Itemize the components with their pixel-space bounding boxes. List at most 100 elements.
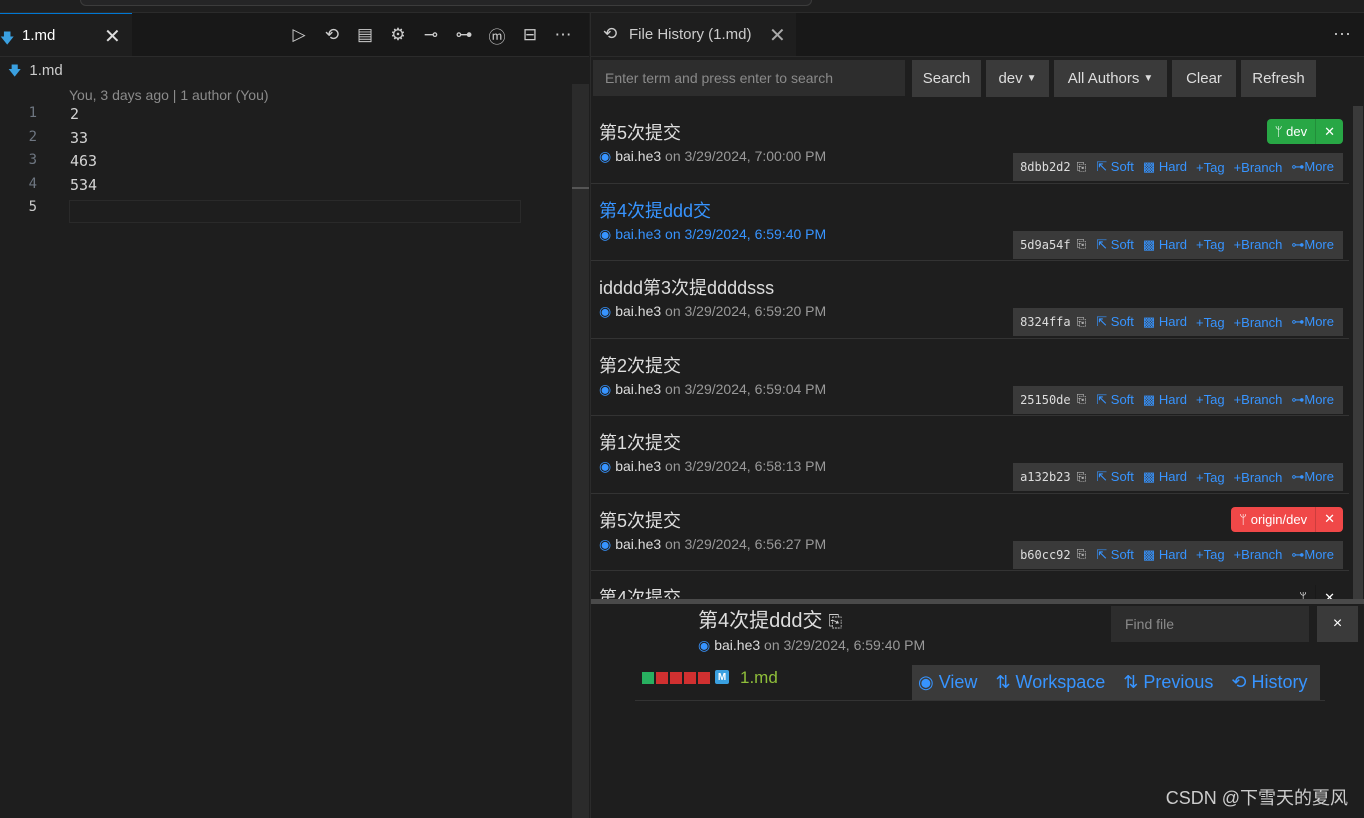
more-link[interactable]: ⊶More — [1291, 159, 1334, 175]
close-tab-icon[interactable]: ✕ — [104, 24, 121, 49]
view-action[interactable]: ◉ View — [918, 672, 977, 693]
search-button[interactable]: Search — [912, 60, 981, 97]
hard-reset-link[interactable]: ▩ Hard — [1143, 237, 1187, 253]
changed-file-row[interactable]: M 1.md ◉ View ⇅ Workspace ⇅ Previous ⟲ H… — [635, 664, 1325, 701]
commit-row[interactable]: 第1次提交 ◉ bai.he3 on 3/29/2024, 6:58:13 PM a1… — [591, 416, 1349, 494]
copy-icon[interactable]: ⎘ — [1077, 315, 1087, 330]
tag-link[interactable]: +Tag — [1196, 470, 1225, 485]
commit-message[interactable]: 第4次提交 — [599, 584, 681, 600]
commit-list-scrollbar[interactable] — [1349, 106, 1364, 600]
soft-reset-link[interactable]: ⇱ Soft — [1096, 547, 1134, 563]
commit-row[interactable]: 第2次提交 ◉ bai.he3 on 3/29/2024, 6:59:04 PM 25… — [591, 339, 1349, 416]
remove-branch-icon[interactable]: ✕ — [1315, 585, 1343, 600]
branch-badge[interactable]: ᛘ ✕ — [1291, 585, 1343, 600]
soft-reset-link[interactable]: ⇱ Soft — [1096, 314, 1134, 330]
clear-button[interactable]: Clear — [1172, 60, 1236, 97]
branch-link[interactable]: +Branch — [1234, 547, 1283, 562]
commit-hash[interactable]: 8dbb2d2 — [1020, 160, 1071, 174]
next-commit-icon[interactable]: ⊶ — [451, 23, 477, 47]
eye-icon[interactable]: ◉ — [599, 226, 611, 242]
more-link[interactable]: ⊶More — [1291, 237, 1334, 253]
commit-row[interactable]: 第5次提交 ◉ bai.he3 on 3/29/2024, 7:00:00 PM 8d… — [591, 106, 1349, 184]
hard-reset-link[interactable]: ▩ Hard — [1143, 159, 1187, 175]
history-action[interactable]: ⟲ History — [1231, 672, 1307, 693]
soft-reset-link[interactable]: ⇱ Soft — [1096, 159, 1134, 175]
blame-codelens[interactable]: You, 3 days ago | 1 author (You) — [69, 87, 269, 103]
eye-icon[interactable]: ◉ — [599, 536, 611, 552]
more-icon[interactable]: ··· — [1333, 23, 1351, 44]
commit-author[interactable]: bai.he3 — [615, 303, 661, 319]
editor-tab-1md[interactable]: 🡇 1.md ✕ — [0, 13, 132, 56]
commit-message[interactable]: 第4次提ddd交 — [599, 197, 711, 223]
history-tab[interactable]: ⟲ File History (1.md) ✕ — [591, 13, 796, 56]
branch-link[interactable]: +Branch — [1234, 392, 1283, 407]
commit-icon[interactable]: ⊸ — [418, 23, 444, 47]
branch-link[interactable]: +Branch — [1234, 237, 1283, 252]
commit-author[interactable]: bai.he3 — [615, 536, 661, 552]
more-icon[interactable]: ⋯ — [550, 23, 576, 47]
commit-row[interactable]: idddd第3次提ddddsss ◉ bai.he3 on 3/29/2024, 6… — [591, 261, 1349, 339]
soft-reset-link[interactable]: ⇱ Soft — [1096, 469, 1134, 485]
commit-author[interactable]: bai.he3 — [615, 458, 661, 474]
blame-icon[interactable]: ⚙ — [385, 23, 411, 47]
editor-scrollbar[interactable] — [572, 84, 589, 818]
authors-dropdown[interactable]: All Authors ▼ — [1054, 60, 1167, 97]
more-link[interactable]: ⊶More — [1291, 547, 1334, 563]
workspace-action[interactable]: ⇅ Workspace — [995, 672, 1105, 693]
eye-icon[interactable]: ◉ — [599, 381, 611, 397]
previous-action[interactable]: ⇅ Previous — [1123, 672, 1213, 693]
commit-author[interactable]: bai.he3 — [615, 148, 661, 164]
commit-message[interactable]: 第1次提交 — [599, 429, 681, 455]
refresh-button[interactable]: Refresh — [1241, 60, 1316, 97]
more-link[interactable]: ⊶More — [1291, 314, 1334, 330]
soft-reset-link[interactable]: ⇱ Soft — [1096, 237, 1134, 253]
branch-badge[interactable]: ᛘ origin/dev ✕ — [1231, 506, 1343, 532]
play-icon[interactable]: ▷ — [286, 23, 312, 47]
copy-icon[interactable]: ⎘ — [1077, 237, 1087, 252]
commit-row[interactable]: 第5次提交 ◉ bai.he3 on 3/29/2024, 6:56:27 PM b6… — [591, 494, 1349, 571]
commit-message[interactable]: 第2次提交 — [599, 352, 681, 378]
commit-author[interactable]: bai.he3 — [615, 381, 661, 397]
commit-author[interactable]: bai.he3 — [615, 226, 661, 242]
copy-icon[interactable]: ⎘ — [1077, 470, 1087, 485]
preview-icon[interactable]: ▤ — [352, 23, 378, 47]
tag-link[interactable]: +Tag — [1196, 237, 1225, 252]
search-input[interactable] — [593, 60, 905, 96]
close-tab-icon[interactable]: ✕ — [769, 23, 786, 48]
changed-file-name[interactable]: 1.md — [740, 668, 778, 688]
branch-link[interactable]: +Branch — [1234, 160, 1283, 175]
branch-link[interactable]: +Branch — [1234, 315, 1283, 330]
commit-hash[interactable]: 5d9a54f — [1020, 238, 1071, 252]
commit-hash[interactable]: 8324ffa — [1020, 315, 1071, 329]
eye-icon[interactable]: ◉ — [599, 303, 611, 319]
remove-branch-icon[interactable]: ✕ — [1315, 119, 1343, 144]
branch-dropdown[interactable]: dev ▼ — [986, 60, 1049, 97]
tag-link[interactable]: +Tag — [1196, 547, 1225, 562]
commit-hash[interactable]: 25150de — [1020, 393, 1071, 407]
remove-branch-icon[interactable]: ✕ — [1315, 506, 1343, 532]
copy-icon[interactable]: ⎘ — [829, 612, 843, 631]
split-icon[interactable]: ⊟ — [517, 23, 543, 47]
find-file-input[interactable]: Find file — [1111, 606, 1309, 642]
breadcrumb[interactable]: 🡇 1.md — [8, 62, 63, 84]
commit-hash[interactable]: b60cc92 — [1020, 548, 1071, 562]
history-icon[interactable]: ⟲ — [319, 23, 345, 47]
more-link[interactable]: ⊶More — [1291, 392, 1334, 408]
commit-message[interactable]: idddd第3次提ddddsss — [599, 274, 774, 300]
command-center[interactable] — [80, 0, 812, 6]
branch-badge[interactable]: ᛘ dev ✕ — [1266, 119, 1343, 144]
close-detail-button[interactable]: × — [1317, 606, 1358, 642]
hard-reset-link[interactable]: ▩ Hard — [1143, 314, 1187, 330]
commit-row[interactable]: 第4次提交 ᛘ ✕ — [591, 571, 1349, 600]
commit-message[interactable]: 第5次提交 — [599, 119, 681, 145]
commit-hash[interactable]: a132b23 — [1020, 470, 1071, 484]
hard-reset-link[interactable]: ▩ Hard — [1143, 547, 1187, 563]
more-link[interactable]: ⊶More — [1291, 469, 1334, 485]
tag-link[interactable]: +Tag — [1196, 160, 1225, 175]
eye-icon[interactable]: ◉ — [599, 458, 611, 474]
copy-icon[interactable]: ⎘ — [1077, 547, 1087, 562]
eye-icon[interactable]: ◉ — [698, 637, 710, 653]
tag-link[interactable]: +Tag — [1196, 315, 1225, 330]
soft-reset-link[interactable]: ⇱ Soft — [1096, 392, 1134, 408]
scrollbar-thumb[interactable] — [1353, 106, 1363, 600]
